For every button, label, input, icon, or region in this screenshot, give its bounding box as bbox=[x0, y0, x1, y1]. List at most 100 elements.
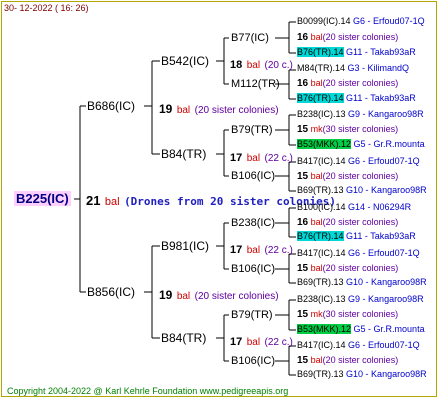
queen-code[interactable]: B417(IC).14 bbox=[297, 248, 346, 258]
gen3-node-4[interactable]: B106(IC) bbox=[231, 171, 275, 182]
queen-code[interactable]: B417(IC).14 bbox=[297, 340, 346, 350]
gen2-3-count: 17 bbox=[230, 244, 243, 256]
queen-code[interactable]: B76(TR).14 bbox=[297, 231, 344, 241]
queen-lineage: G10 - Kangaroo98R bbox=[346, 277, 427, 287]
gen2-node-1[interactable]: B542(IC) bbox=[161, 55, 209, 67]
gen2-4-info: 17 bal (22 c.) bbox=[230, 333, 293, 349]
queen-count: 15 bbox=[297, 355, 309, 366]
queen-drone-info: 16 bal(20 sister colonies) bbox=[297, 33, 398, 43]
queen-note: (20 sister colonies) bbox=[322, 78, 399, 88]
queen-code[interactable]: B238(IC).13 bbox=[297, 109, 346, 119]
queen-lineage: G11 - Takab93aR bbox=[346, 47, 416, 57]
gen1-node-bottom[interactable]: B856(IC) bbox=[87, 286, 135, 298]
gen1-top-count: 19 bbox=[159, 102, 173, 116]
queen-bal: bal bbox=[310, 171, 323, 181]
queen-code[interactable]: B0099(IC).14 bbox=[297, 16, 351, 26]
queen-count: 16 bbox=[297, 78, 309, 89]
gen2-1-note: (20 c.) bbox=[264, 60, 293, 71]
gen2-node-2[interactable]: B84(TR) bbox=[161, 148, 206, 160]
gen3-node-8[interactable]: B106(IC) bbox=[231, 356, 275, 367]
queen-drone-info: 15 mk(30 sister colonies) bbox=[297, 125, 398, 135]
queen-lineage: G11 - Takab93aR bbox=[346, 231, 416, 241]
queen-row: B238(IC).13 G9 - Kangaroo98R bbox=[297, 110, 424, 119]
queen-drone-info: 16 bal(20 sister colonies) bbox=[297, 79, 398, 89]
queen-note: (30 sister colonies) bbox=[322, 124, 399, 134]
queen-code[interactable]: B76(TR).14 bbox=[297, 93, 344, 103]
queen-count: 15 bbox=[297, 309, 309, 320]
queen-code[interactable]: B100(IC).14 bbox=[297, 202, 346, 212]
gen2-3-note: (22 c.) bbox=[264, 245, 293, 256]
queen-bal: bal bbox=[310, 32, 323, 42]
queen-row: B417(IC).14 G6 - Erfoud07-1Q bbox=[297, 341, 420, 350]
queen-code[interactable]: B69(TR).13 bbox=[297, 369, 344, 379]
gen1-bottom-bal: bal bbox=[176, 291, 191, 302]
gen2-3-bal: bal bbox=[246, 245, 261, 256]
footer-copyright: Copyright 2004-2022 @ Karl Kehrle Founda… bbox=[7, 386, 289, 396]
gen3-node-6[interactable]: B106(IC) bbox=[231, 264, 275, 275]
queen-count: 16 bbox=[297, 217, 309, 228]
gen3-node-2[interactable]: M112(TR) bbox=[231, 79, 280, 90]
queen-code[interactable]: B53(MKK).12 bbox=[297, 324, 352, 334]
gen1-node-top[interactable]: B686(IC) bbox=[87, 100, 135, 112]
queen-lineage: G10 - Kangaroo98R bbox=[346, 369, 427, 379]
queen-note: (20 sister colonies) bbox=[322, 263, 399, 273]
queen-note: (30 sister colonies) bbox=[322, 309, 399, 319]
queen-code[interactable]: B53(MKK).12 bbox=[297, 139, 352, 149]
gen1-top-bal: bal bbox=[176, 105, 191, 116]
root-queen-label[interactable]: B225(IC) bbox=[14, 191, 71, 206]
gen2-node-3[interactable]: B981(IC) bbox=[161, 240, 209, 252]
queen-lineage: G11 - Takab93aR bbox=[346, 93, 416, 103]
queen-note: (20 sister colonies) bbox=[322, 355, 399, 365]
queen-lineage: G9 - Kangaroo98R bbox=[348, 294, 424, 304]
queen-code[interactable]: B417(IC).14 bbox=[297, 156, 346, 166]
queen-code[interactable]: M84(TR).14 bbox=[297, 63, 345, 73]
queen-bal: mk bbox=[310, 124, 323, 134]
gen2-node-4[interactable]: B84(TR) bbox=[161, 332, 206, 344]
gen2-2-info: 17 bal (22 c.) bbox=[230, 149, 293, 165]
queen-row: B53(MKK).12 G5 - Gr.R.mounta bbox=[297, 324, 425, 334]
queen-bal: bal bbox=[310, 263, 323, 273]
queen-lineage: G5 - Gr.R.mounta bbox=[353, 324, 425, 334]
queen-row: B53(MKK).12 G5 - Gr.R.mounta bbox=[297, 139, 425, 149]
queen-code[interactable]: B69(TR).13 bbox=[297, 277, 344, 287]
queen-row: B76(TR).14 G11 - Takab93aR bbox=[297, 47, 416, 57]
gen2-4-note: (22 c.) bbox=[264, 337, 293, 348]
queen-lineage: G9 - Kangaroo98R bbox=[348, 109, 424, 119]
queen-drone-info: 16 bal(20 sister colonies) bbox=[297, 218, 398, 228]
queen-note: (20 sister colonies) bbox=[322, 32, 399, 42]
queen-count: 16 bbox=[297, 32, 309, 43]
queen-drone-info: 15 bal(20 sister colonies) bbox=[297, 356, 398, 366]
gen2-3-info: 17 bal (22 c.) bbox=[230, 241, 293, 257]
gen2-2-note: (22 c.) bbox=[264, 153, 293, 164]
queen-row: B417(IC).14 G6 - Erfoud07-1Q bbox=[297, 157, 420, 166]
queen-row: M84(TR).14 G3 - KilimandQ bbox=[297, 64, 409, 73]
queen-drone-info: 15 bal(20 sister colonies) bbox=[297, 264, 398, 274]
queen-drone-info: 15 bal(20 sister colonies) bbox=[297, 172, 398, 182]
queen-code[interactable]: B76(TR).14 bbox=[297, 47, 344, 57]
gen2-4-count: 17 bbox=[230, 336, 243, 348]
gen1-top-info: 19 bal (20 sister colonies) bbox=[159, 101, 279, 117]
gen2-2-bal: bal bbox=[246, 153, 261, 164]
queen-bal: bal bbox=[310, 217, 323, 227]
queen-row: B238(IC).13 G9 - Kangaroo98R bbox=[297, 295, 424, 304]
queen-lineage: G6 - Erfoud07-1Q bbox=[348, 340, 420, 350]
gen2-1-bal: bal bbox=[246, 60, 261, 71]
gen3-node-3[interactable]: B79(TR) bbox=[231, 125, 273, 136]
gen3-node-7[interactable]: B79(TR) bbox=[231, 310, 273, 321]
queen-lineage: G14 - N06294R bbox=[348, 202, 412, 212]
queen-row: B0099(IC).14 G6 - Erfoud07-1Q bbox=[297, 17, 425, 26]
gen1-top-note: (20 sister colonies) bbox=[194, 105, 279, 116]
queen-lineage: G6 - Erfoud07-1Q bbox=[348, 248, 420, 258]
gen3-node-1[interactable]: B77(IC) bbox=[231, 33, 269, 44]
gen1-bottom-info: 19 bal (20 sister colonies) bbox=[159, 287, 279, 303]
queen-row: B76(TR).14 G11 - Takab93aR bbox=[297, 93, 416, 103]
queen-lineage: G6 - Erfoud07-1Q bbox=[353, 16, 425, 26]
queen-note: (20 sister colonies) bbox=[322, 217, 399, 227]
queen-bal: bal bbox=[310, 78, 323, 88]
queen-row: B100(IC).14 G14 - N06294R bbox=[297, 203, 411, 212]
queen-code[interactable]: B69(TR).13 bbox=[297, 185, 344, 195]
queen-code[interactable]: B238(IC).13 bbox=[297, 294, 346, 304]
gen3-node-5[interactable]: B238(IC) bbox=[231, 218, 275, 229]
queen-bal: mk bbox=[310, 309, 323, 319]
root-bal: bal bbox=[104, 196, 120, 208]
